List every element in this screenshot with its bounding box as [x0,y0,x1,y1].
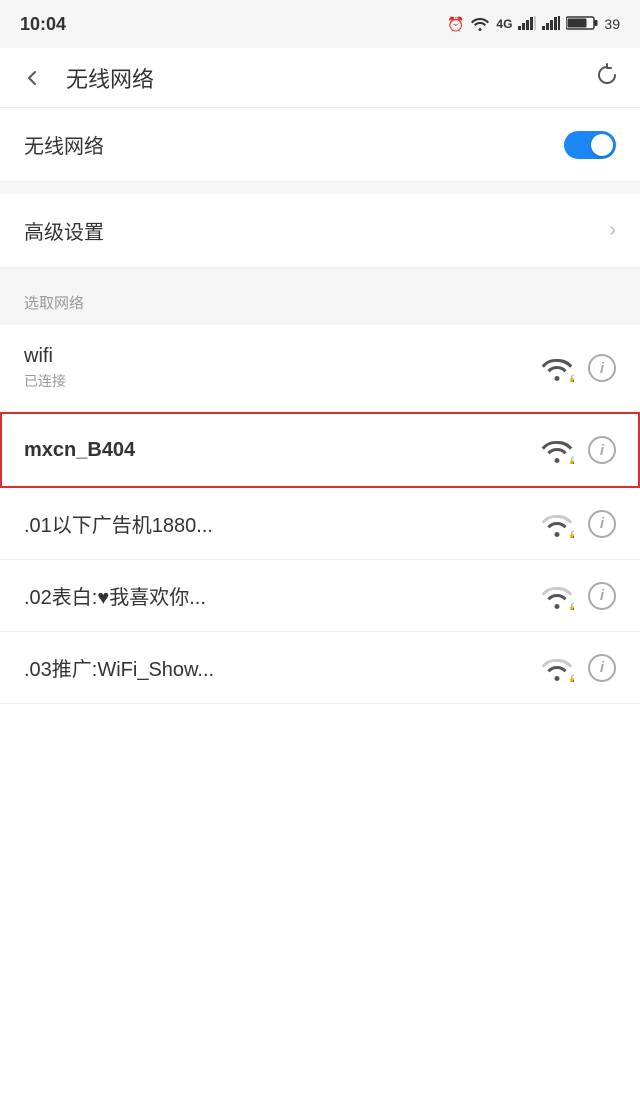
status-icons: ⏰ 4G [447,15,620,34]
network-right-wifi: 🔒 i [540,354,616,382]
network-info-wifi: wifi 已连接 [24,345,66,391]
network-section-header: 选取网络 [0,280,640,325]
network-info-mxcn: mxcn_B404 [24,439,135,462]
wifi-toggle-section: 无线网络 [0,108,640,182]
wifi-signal-icon-1: 🔒 [540,436,574,464]
svg-text:🔒: 🔒 [568,530,574,538]
network-info-02: .02表白:♥我喜欢你... [24,581,206,610]
info-button-01[interactable]: i [588,510,616,538]
network-item-mxcn-inner[interactable]: mxcn_B404 🔒 i [2,414,638,486]
network-item-wifi[interactable]: wifi 已连接 🔒 i [0,325,640,412]
back-button[interactable] [20,66,56,90]
refresh-button[interactable] [594,62,620,94]
wifi-signal-icon-3: 🔒 [540,582,574,610]
network-name-03: .03推广:WiFi_Show... [24,653,214,682]
network-status-wifi: 已连接 [24,371,66,391]
wifi-toggle-switch[interactable] [564,131,616,159]
wifi-status-icon [470,15,490,34]
status-bar: 10:04 ⏰ 4G [0,0,640,48]
network-item-02[interactable]: .02表白:♥我喜欢你... 🔒 i [0,560,640,632]
advanced-settings-label: 高级设置 [24,216,104,245]
4g-icon: 4G [496,17,512,31]
network-name-mxcn: mxcn_B404 [24,439,135,462]
advanced-settings-right: › [609,219,616,242]
network-right-01: 🔒 i [540,510,616,538]
wifi-signal-icon-2: 🔒 [540,510,574,538]
network-item-01[interactable]: .01以下广告机1880... 🔒 i [0,488,640,560]
wifi-toggle-item: 无线网络 [0,108,640,182]
page-title: 无线网络 [56,62,594,94]
info-button-02[interactable]: i [588,582,616,610]
network-name-02: .02表白:♥我喜欢你... [24,581,206,610]
network-section-label: 选取网络 [24,295,84,312]
signal-icon-2 [542,16,560,33]
network-right-03: 🔒 i [540,654,616,682]
network-right-02: 🔒 i [540,582,616,610]
network-info-01: .01以下广告机1880... [24,509,213,538]
header: 无线网络 [0,48,640,108]
svg-text:🔒: 🔒 [568,602,574,610]
network-name-wifi: wifi [24,345,66,368]
wifi-toggle-label: 无线网络 [24,130,104,159]
separator-1 [0,182,640,194]
svg-text:🔒: 🔒 [568,674,574,682]
separator-2 [0,268,640,280]
signal-icon-1 [518,16,536,33]
info-button-wifi[interactable]: i [588,354,616,382]
network-item-mxcn[interactable]: mxcn_B404 🔒 i [0,412,640,488]
alarm-icon: ⏰ [447,16,464,33]
wifi-signal-icon-4: 🔒 [540,654,574,682]
wifi-signal-icon-0: 🔒 [540,354,574,382]
battery-level: 39 [604,16,620,32]
network-list: wifi 已连接 🔒 i mxcn_B404 🔒 [0,325,640,704]
info-button-03[interactable]: i [588,654,616,682]
chevron-right-icon: › [609,219,616,242]
network-item-03[interactable]: .03推广:WiFi_Show... 🔒 i [0,632,640,704]
advanced-settings-section: 高级设置 › [0,194,640,268]
info-button-mxcn[interactable]: i [588,436,616,464]
svg-text:🔒: 🔒 [568,374,574,382]
advanced-settings-item[interactable]: 高级设置 › [0,194,640,268]
battery-icon [566,15,598,34]
network-info-03: .03推广:WiFi_Show... [24,653,214,682]
network-right-mxcn: 🔒 i [540,436,616,464]
network-name-01: .01以下广告机1880... [24,509,213,538]
status-time: 10:04 [20,14,66,35]
svg-text:🔒: 🔒 [568,456,574,464]
